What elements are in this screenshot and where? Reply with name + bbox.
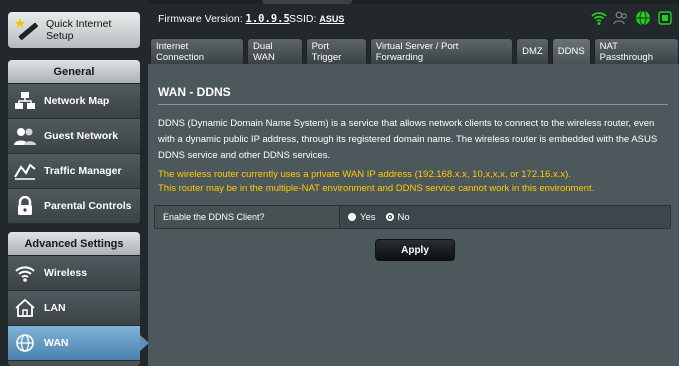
menu-label-lan: LAN: [44, 302, 66, 314]
wan-globe-icon: [10, 331, 40, 355]
radio-yes-label[interactable]: Yes: [360, 212, 376, 223]
general-heading: General: [8, 60, 140, 84]
page-title: WAN - DDNS: [158, 85, 231, 99]
menu-label-traffic-manager: Traffic Manager: [44, 165, 122, 177]
menu-item-lan[interactable]: LAN: [8, 291, 140, 326]
quick-setup-label: Quick Internet Setup: [46, 18, 112, 42]
quick-internet-setup-button[interactable]: Quick Internet Setup: [8, 12, 140, 48]
enable-ddns-row: Enable the DDNS Client? Yes No: [154, 205, 671, 229]
menu-label-parental-controls: Parental Controls: [44, 200, 132, 212]
menu-item-network-map[interactable]: Network Map: [8, 84, 140, 119]
firmware-info: Firmware Version: 1.0.9.5: [158, 13, 290, 25]
ssid-info: SSID: ASUS: [289, 13, 344, 25]
enable-ddns-options: Yes No: [340, 206, 670, 228]
menu-item-wireless[interactable]: Wireless: [8, 256, 140, 291]
wireless-icon: [10, 261, 40, 285]
tab-dmz[interactable]: DMZ: [516, 38, 549, 64]
wifi-status-icon[interactable]: [591, 10, 607, 26]
usb-status-icon[interactable]: [657, 10, 673, 26]
radio-yes[interactable]: [348, 213, 356, 221]
top-header: Firmware Version: 1.0.9.5 SSID: ASUS: [152, 4, 679, 34]
menu-item-traffic-manager[interactable]: Traffic Manager: [8, 154, 140, 189]
status-icons: [591, 10, 673, 26]
menu-label-guest-network: Guest Network: [44, 130, 119, 142]
magic-wand-icon: [12, 15, 42, 45]
network-map-icon: [10, 89, 40, 113]
wan-tabs: Internet Connection Dual WAN Port Trigge…: [150, 38, 679, 64]
left-sidebar: Quick Internet Setup General Network Map…: [0, 0, 148, 366]
menu-item-guest-network[interactable]: Guest Network: [8, 119, 140, 154]
lan-home-icon: [10, 296, 40, 320]
firmware-label: Firmware Version:: [158, 13, 243, 25]
radio-no[interactable]: [385, 213, 394, 221]
main-content: WAN - DDNS DDNS (Dynamic Domain Name Sys…: [148, 64, 679, 366]
traffic-manager-icon: [10, 159, 40, 183]
internet-globe-status-icon[interactable]: [635, 10, 651, 26]
warning-line-1: The wireless router currently uses a pri…: [158, 169, 571, 180]
tab-virtual-server[interactable]: Virtual Server / Port Forwarding: [369, 38, 514, 64]
advanced-settings-group: Advanced Settings Wireless LAN WAN: [8, 232, 140, 366]
advanced-settings-heading: Advanced Settings: [8, 232, 140, 256]
menu-label-wireless: Wireless: [44, 267, 88, 279]
enable-ddns-label: Enable the DDNS Client?: [155, 206, 340, 228]
tab-internet-connection[interactable]: Internet Connection: [150, 38, 245, 64]
guest-network-icon: [10, 124, 40, 148]
radio-no-label[interactable]: No: [398, 212, 410, 223]
tab-ddns[interactable]: DDNS: [551, 38, 591, 64]
tab-port-trigger[interactable]: Port Trigger: [305, 38, 367, 64]
ddns-description: DDNS (Dynamic Domain Name System) is a s…: [158, 118, 658, 161]
ssid-value-link[interactable]: ASUS: [319, 14, 344, 24]
firmware-version-link[interactable]: 1.0.9.5: [246, 13, 290, 25]
menu-label-network-map: Network Map: [44, 95, 110, 107]
router-admin-page: Quick Internet Setup General Network Map…: [0, 0, 679, 366]
menu-item-wan[interactable]: WAN: [8, 326, 140, 361]
title-divider: [158, 104, 668, 105]
parental-controls-icon: [10, 194, 40, 218]
private-ip-warning: The wireless router currently uses a pri…: [158, 168, 673, 196]
menu-label-wan: WAN: [44, 337, 69, 349]
ssid-label: SSID:: [289, 13, 317, 25]
tab-dual-wan[interactable]: Dual WAN: [247, 38, 303, 64]
general-menu-group: General Network Map Guest Network Traffi…: [8, 60, 140, 224]
tab-nat-passthrough[interactable]: NAT Passthrough: [593, 38, 679, 64]
menu-item-parental-controls[interactable]: Parental Controls: [8, 189, 140, 224]
users-status-icon[interactable]: [613, 10, 629, 26]
warning-line-2: This router may be in the multiple-NAT e…: [158, 183, 595, 194]
apply-button[interactable]: Apply: [375, 239, 455, 261]
